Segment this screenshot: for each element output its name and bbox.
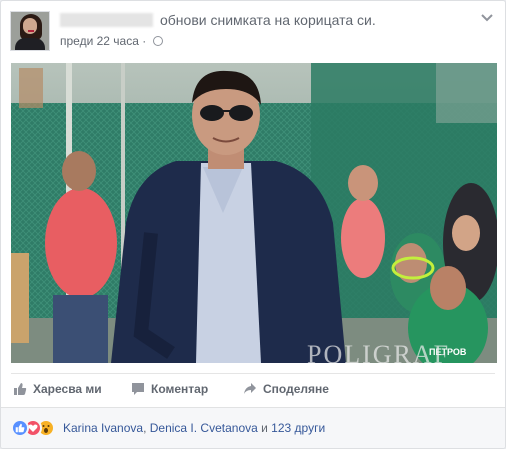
post-header: обнови снимката на корицата си. преди 22…	[10, 11, 496, 51]
share-icon	[244, 383, 256, 394]
comment-icon	[132, 383, 144, 395]
reactor-others[interactable]: 123 други	[271, 421, 325, 435]
cover-photo[interactable]: ПЕТРОВ POLIGRAF	[11, 63, 497, 363]
share-label: Споделяне	[263, 382, 329, 396]
like-reaction-icon	[11, 419, 29, 437]
reactor-name-1[interactable]: Karina Ivanova	[63, 421, 143, 435]
post-meta: преди 22 часа ·	[60, 34, 163, 48]
photo-watermark: POLIGRAF	[307, 340, 450, 363]
like-button[interactable]: Харесва ми	[13, 382, 102, 396]
like-icon	[14, 383, 27, 395]
post-actions-bar: Харесва ми Коментар Споделяне	[11, 373, 495, 408]
reaction-names: Karina Ivanova, Denica I. Cvetanova и 12…	[63, 421, 326, 435]
avatar[interactable]	[10, 11, 50, 51]
post-action-text: обнови снимката на корицата си.	[160, 12, 376, 28]
globe-icon[interactable]	[152, 36, 163, 46]
author-name-redacted[interactable]	[60, 13, 153, 27]
reaction-icons[interactable]	[11, 419, 63, 437]
comment-label: Коментар	[151, 382, 209, 396]
chevron-down-icon[interactable]	[480, 13, 494, 23]
comment-button[interactable]: Коментар	[131, 382, 208, 396]
reactions-summary: Karina Ivanova, Denica I. Cvetanova и 12…	[1, 407, 505, 448]
post-time[interactable]: преди 22 часа	[60, 34, 139, 48]
post-card: обнови снимката на корицата си. преди 22…	[0, 0, 506, 449]
like-label: Харесва ми	[33, 382, 102, 396]
reactor-name-2[interactable]: Denica I. Cvetanova	[150, 421, 258, 435]
share-button[interactable]: Споделяне	[243, 382, 329, 396]
